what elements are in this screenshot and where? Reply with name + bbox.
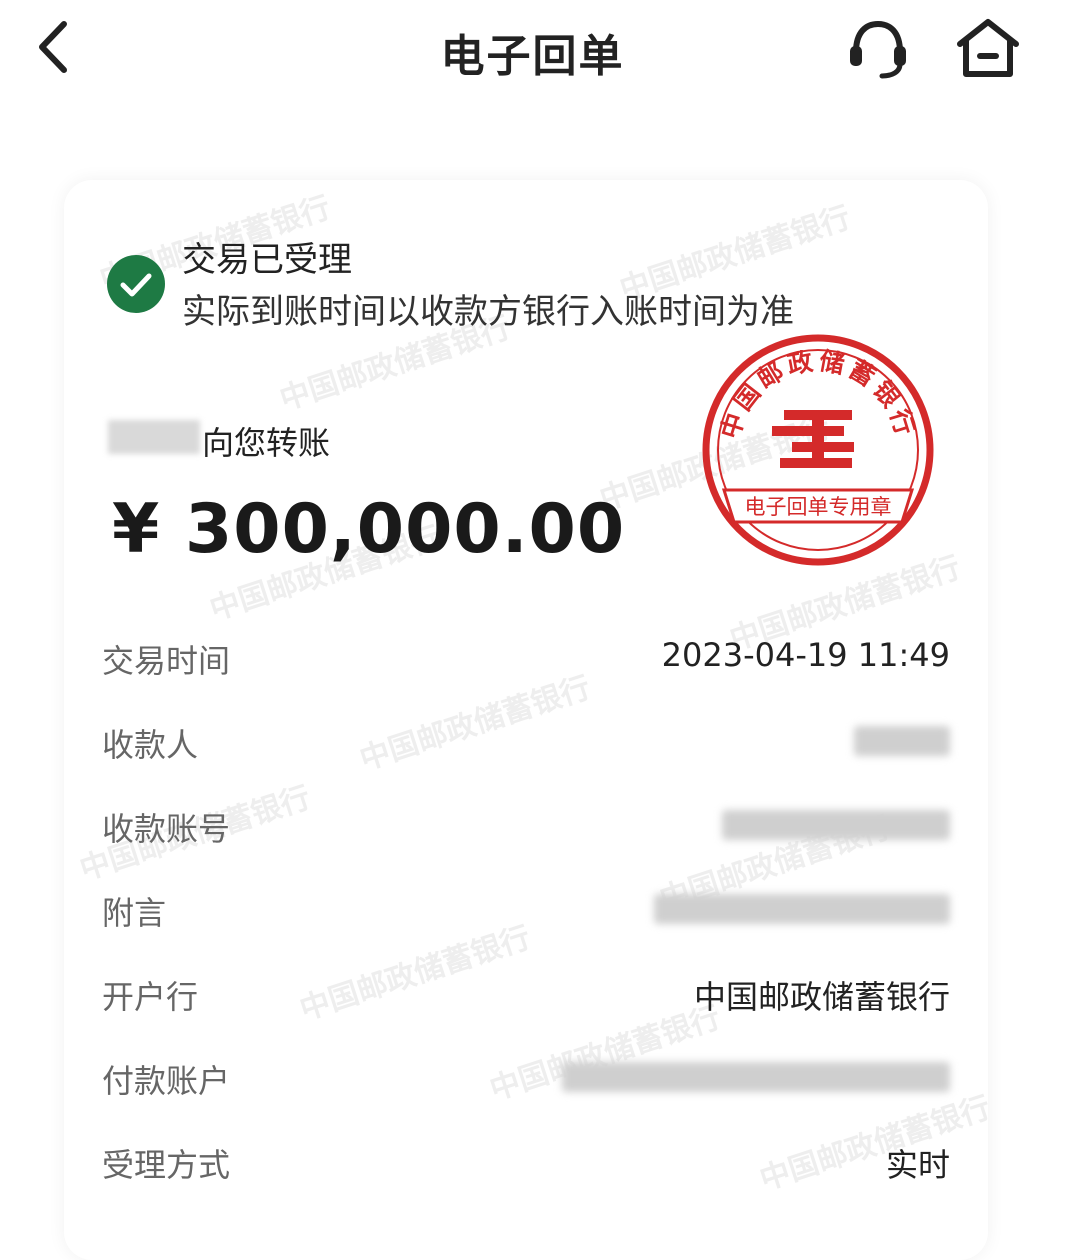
detail-label: 附言 — [102, 894, 167, 932]
home-button[interactable] — [950, 12, 1026, 82]
transfer-text: 向您转账 — [202, 424, 331, 462]
check-circle-icon — [107, 255, 165, 313]
detail-row-remark: 附言 — [102, 888, 950, 948]
status-title: 交易已受理 — [182, 240, 352, 280]
detail-label: 收款账号 — [102, 810, 231, 848]
app-header: 电子回单 — [0, 0, 1065, 100]
detail-row-payer-account: 付款账户 — [102, 1056, 950, 1116]
detail-label: 收款人 — [102, 726, 199, 764]
seal-label: 电子回单专用章 — [745, 495, 892, 519]
detail-value: 2023-04-19 11:49 — [661, 636, 950, 674]
payer-account-redacted — [562, 1062, 950, 1092]
detail-value: 中国邮政储蓄银行 — [693, 978, 950, 1016]
detail-label: 交易时间 — [102, 642, 231, 680]
detail-row-payee: 收款人 — [102, 720, 950, 780]
postal-logo-icon — [772, 410, 854, 468]
detail-row-method: 受理方式 实时 — [102, 1140, 950, 1200]
detail-row-time: 交易时间 2023-04-19 11:49 — [102, 636, 950, 696]
detail-label: 付款账户 — [102, 1062, 231, 1100]
status-subtitle: 实际到账时间以收款方银行入账时间为准 — [182, 292, 794, 332]
remark-redacted — [654, 894, 950, 924]
home-icon — [957, 19, 1019, 77]
customer-service-button[interactable] — [842, 14, 914, 82]
receipt-card: 中国邮政储蓄银行 中国邮政储蓄银行 中国邮政储蓄银行 中国邮政储蓄银行 中国邮政… — [64, 180, 988, 1260]
payee-account-redacted — [722, 810, 950, 840]
bank-seal-stamp: 中国邮政储蓄银行 电子回单专用章 — [702, 334, 934, 566]
headset-icon — [850, 20, 906, 79]
payee-name-redacted — [854, 726, 950, 756]
status-circle — [107, 255, 165, 313]
detail-value: 实时 — [885, 1146, 950, 1184]
detail-label: 受理方式 — [102, 1146, 231, 1184]
sender-name-redacted — [108, 420, 200, 454]
transfer-amount: ¥ 300,000.00 — [112, 490, 626, 569]
detail-row-payee-account: 收款账号 — [102, 804, 950, 864]
detail-label: 开户行 — [102, 978, 199, 1016]
detail-row-bank: 开户行 中国邮政储蓄银行 — [102, 972, 950, 1032]
